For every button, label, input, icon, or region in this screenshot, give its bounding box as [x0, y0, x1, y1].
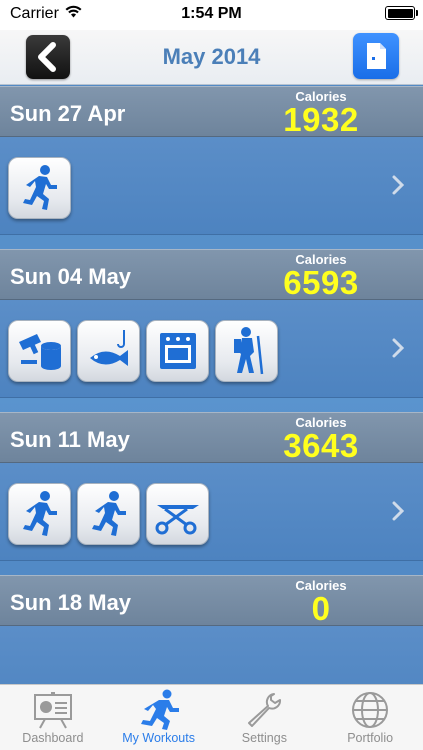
day-date: Sun 04 May — [10, 264, 132, 289]
runner-icon — [137, 689, 181, 731]
cooking-icon — [146, 320, 209, 382]
document-icon — [367, 43, 386, 69]
status-right — [385, 6, 418, 20]
tab-portfolio[interactable]: Portfolio — [317, 685, 423, 750]
day-row[interactable] — [0, 626, 423, 684]
wrench-icon — [244, 689, 284, 731]
running-icon — [8, 157, 71, 219]
status-time: 1:54 PM — [181, 5, 242, 22]
day-header: Sun 04 May Calories 6593 — [0, 249, 423, 301]
calories-value: 0 — [311, 590, 331, 627]
document-button[interactable] — [353, 33, 399, 79]
day-date: Sun 11 May — [10, 427, 130, 452]
workout-list[interactable]: Sun 27 Apr Calories 1932 Sun 04 May Calo… — [0, 86, 423, 684]
chevron-right-icon — [392, 501, 405, 521]
tab-label: Settings — [241, 731, 287, 745]
tab-settings[interactable]: Settings — [212, 685, 318, 750]
running-icon — [8, 483, 71, 545]
calories-value: 3643 — [283, 427, 359, 464]
day-row[interactable] — [0, 137, 423, 235]
tab-dashboard[interactable]: Dashboard — [0, 685, 106, 750]
tab-label: Portfolio — [347, 731, 394, 745]
tab-bar: Dashboard My Workouts Settings Portfolio — [0, 684, 423, 750]
chevron-right-icon — [392, 175, 405, 195]
navigation-bar: May 2014 — [0, 30, 423, 85]
hiking-icon — [215, 320, 278, 382]
status-bar: Carrier 1:54 PM — [0, 0, 423, 30]
day-row[interactable] — [0, 463, 423, 561]
day-header: Sun 18 May Calories 0 — [0, 575, 423, 627]
chevron-right-icon — [392, 338, 405, 358]
day-header: Sun 27 Apr Calories 1932 — [0, 86, 423, 138]
globe-icon — [350, 689, 390, 731]
day-date: Sun 27 Apr — [10, 101, 126, 126]
day-row[interactable] — [0, 300, 423, 398]
fishing-icon — [77, 320, 140, 382]
day-header: Sun 11 May Calories 3643 — [0, 412, 423, 464]
calories-value: 6593 — [283, 264, 359, 301]
dashboard-icon — [31, 689, 75, 731]
tab-label: Dashboard — [22, 731, 84, 745]
running-icon — [77, 483, 140, 545]
battery-icon — [385, 6, 418, 20]
painting-icon — [8, 320, 71, 382]
tab-label: My Workouts — [122, 731, 195, 745]
day-date: Sun 18 May — [10, 590, 132, 615]
calories-value: 1932 — [283, 101, 359, 138]
tab-my-workouts[interactable]: My Workouts — [106, 685, 212, 750]
scissors-icon — [146, 483, 209, 545]
